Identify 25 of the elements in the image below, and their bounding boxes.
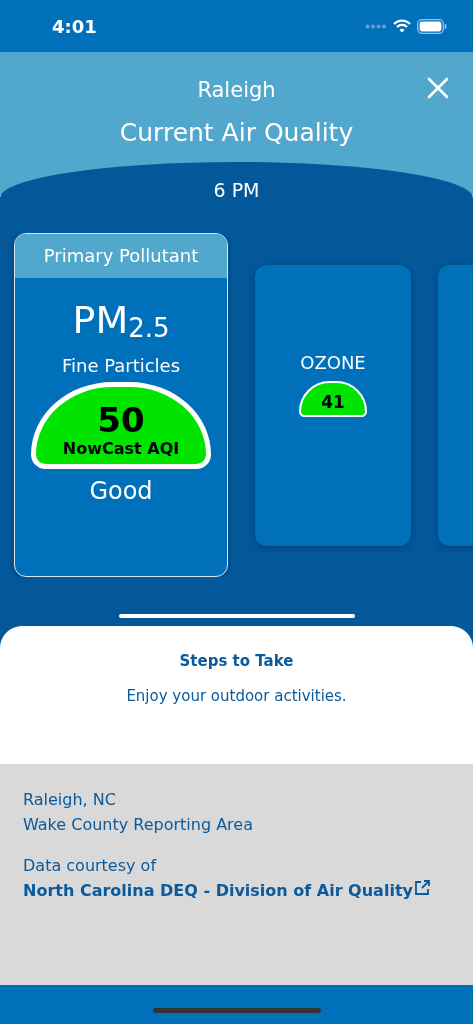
aqi-category: Good	[89, 476, 153, 507]
pollutant-card[interactable]: Primary Pollutant PM$_{2.5}$ Fine Particles 50 NowCast AQI Good	[14, 233, 228, 577]
location-text: Raleigh, NC	[23, 789, 117, 811]
pollutant-card[interactable]: OZONE 41	[255, 264, 411, 546]
steps-title: Steps to Take	[178, 651, 295, 672]
page-title: Current Air Quality	[118, 117, 355, 149]
status-time: 4:01	[52, 15, 97, 37]
forecast-time: 6 PM	[212, 178, 261, 203]
card-header: Primary Pollutant	[15, 234, 227, 278]
pollutant-name: PM$_{2.5}$	[72, 297, 170, 345]
wifi-icon	[393, 19, 411, 33]
pollutant-name: OZONE	[300, 350, 366, 375]
aqi-value: 41	[321, 391, 345, 412]
reporting-area: Wake County Reporting Area	[23, 812, 473, 837]
close-button[interactable]	[427, 77, 449, 99]
pollutant-description: Fine Particles	[61, 354, 181, 378]
signal-icon	[365, 23, 387, 29]
battery-icon	[417, 18, 447, 34]
aqi-label: NowCast AQI	[62, 438, 180, 459]
aqi-value: 50	[97, 400, 145, 439]
external-link-icon[interactable]	[413, 879, 431, 896]
steps-text: Enjoy your outdoor activities.	[125, 686, 348, 707]
location-title: Raleigh	[197, 77, 276, 104]
source-link[interactable]: North Carolina DEQ - Division of Air Quality	[23, 878, 413, 903]
credit-text: Data courtesy of	[23, 855, 158, 877]
